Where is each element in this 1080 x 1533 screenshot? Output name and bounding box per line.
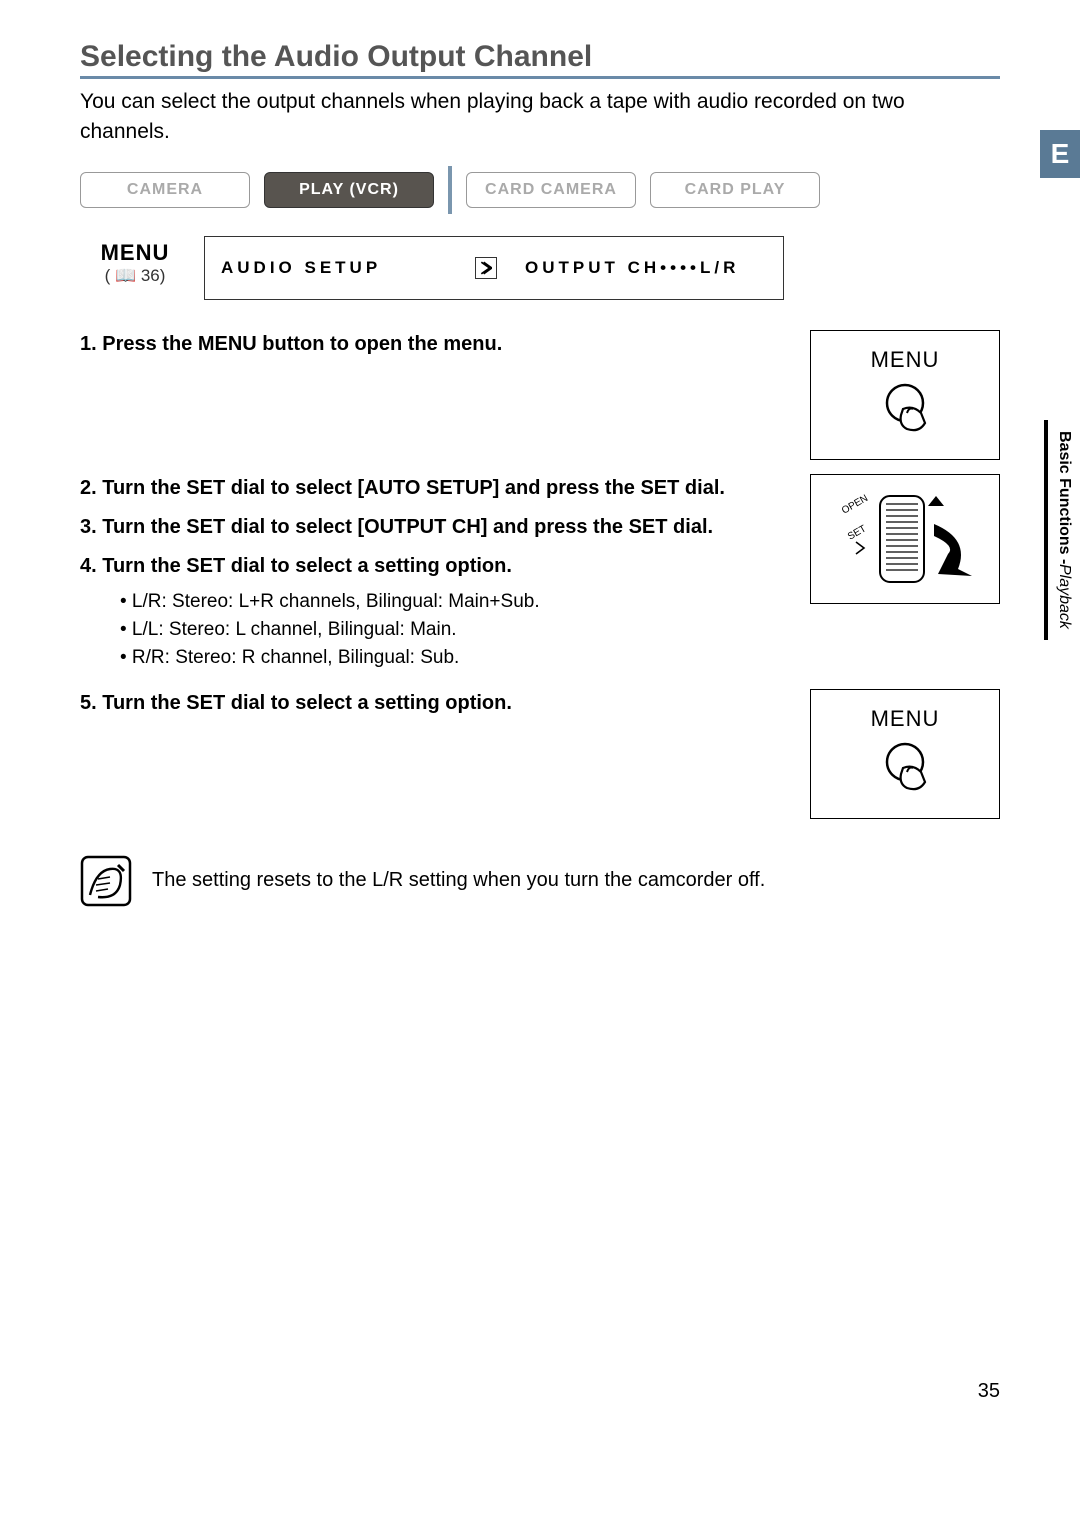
illus-menu-label-1: MENU [871,347,940,373]
steps: 1. Press the MENU button to open the men… [80,330,1000,819]
side-section-title: Basic Functions - [1055,431,1073,564]
note-row: The setting resets to the L/R setting wh… [80,855,1000,907]
menu-path-seg-output-ch: OUTPUT CH••••L/R [509,258,755,278]
menu-path-box: AUDIO SETUP OUTPUT CH••••L/R [204,236,784,300]
page-title: Selecting the Audio Output Channel [80,40,1000,79]
step-2to4-text: 2. Turn the SET dial to select [AUTO SET… [80,474,790,675]
step-1: 1. Press the MENU button to open the men… [80,330,790,359]
step-4-opt-2: • L/L: Stereo: L channel, Bilingual: Mai… [80,619,790,641]
side-tab-e: E [1040,130,1080,178]
side-tab-section: Basic Functions - Playback [1044,420,1080,640]
note-text: The setting resets to the L/R setting wh… [152,869,765,892]
step-2: 2. Turn the SET dial to select [AUTO SET… [80,474,790,503]
menu-label: MENU ( 📖 36) [80,236,190,300]
step-4-opt-1: • L/R: Stereo: L+R channels, Bilingual: … [80,591,790,613]
svg-text:SET: SET [846,523,868,542]
mode-camera: CAMERA [80,172,250,208]
step-1-text: 1. Press the MENU button to open the men… [80,330,790,460]
mode-card-camera: CARD CAMERA [466,172,636,208]
set-dial-icon: OPEN SET [820,484,990,594]
step-5: 5. Turn the SET dial to select a setting… [80,689,790,718]
step-3: 3. Turn the SET dial to select [OUTPUT C… [80,513,790,542]
menu-path-row: MENU ( 📖 36) AUDIO SETUP OUTPUT CH••••L/… [80,236,1000,300]
intro-text: You can select the output channels when … [80,87,1000,148]
menu-ref: ( 📖 36) [80,266,190,286]
mode-card-play: CARD PLAY [650,172,820,208]
note-icon [80,855,132,907]
step-2to4-block: 2. Turn the SET dial to select [AUTO SET… [80,474,1000,675]
page-number: 35 [978,1380,1000,1403]
step-5-text: 5. Turn the SET dial to select a setting… [80,689,790,819]
step-4: 4. Turn the SET dial to select a setting… [80,552,790,581]
illustration-menu-button-2: MENU [810,689,1000,819]
svg-text:OPEN: OPEN [840,493,870,517]
menu-path-seg-audio-setup: AUDIO SETUP [205,258,475,278]
step-1-block: 1. Press the MENU button to open the men… [80,330,1000,460]
illustration-set-dial: OPEN SET [810,474,1000,604]
menu-path-arrow-icon [475,257,497,279]
illustration-menu-button-1: MENU [810,330,1000,460]
mode-play-vcr: PLAY (VCR) [264,172,434,208]
press-button-icon [873,738,937,802]
menu-word: MENU [80,240,190,266]
side-section-subtitle: Playback [1055,564,1073,629]
mode-row: CAMERA PLAY (VCR) CARD CAMERA CARD PLAY [80,166,1000,214]
step-4-opt-3: • R/R: Stereo: R channel, Bilingual: Sub… [80,647,790,669]
mode-separator [448,166,452,214]
step-5-block: 5. Turn the SET dial to select a setting… [80,689,1000,819]
illus-menu-label-2: MENU [871,706,940,732]
press-button-icon [873,379,937,443]
